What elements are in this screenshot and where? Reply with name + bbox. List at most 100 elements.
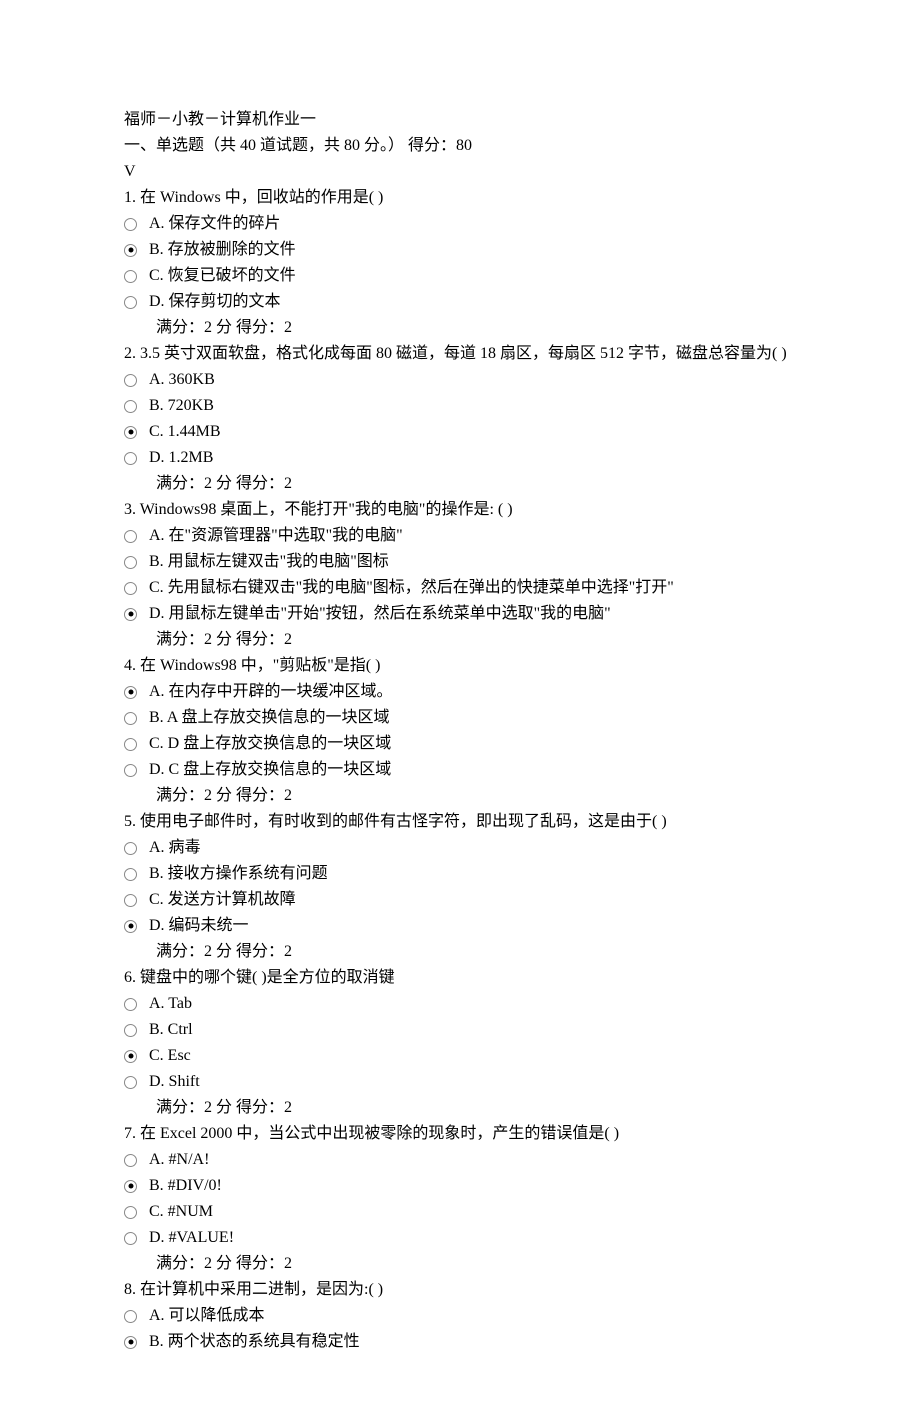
radio-button[interactable] [124, 452, 137, 465]
option-row: B. Ctrl [124, 1018, 796, 1042]
question: 3. Windows98 桌面上，不能打开"我的电脑"的操作是: ( )A. 在… [124, 498, 796, 652]
question: 1. 在 Windows 中，回收站的作用是( )A. 保存文件的碎片B. 存放… [124, 186, 796, 340]
question-stem: 7. 在 Excel 2000 中，当公式中出现被零除的现象时，产生的错误值是(… [124, 1122, 796, 1146]
option-row: C. Esc [124, 1044, 796, 1068]
option-text: A. 可以降低成本 [149, 1304, 265, 1328]
option-row: D. C 盘上存放交换信息的一块区域 [124, 758, 796, 782]
option-row: B. A 盘上存放交换信息的一块区域 [124, 706, 796, 730]
option-row: B. 两个状态的系统具有稳定性 [124, 1330, 796, 1354]
radio-button[interactable] [124, 426, 137, 439]
option-row: C. 1.44MB [124, 420, 796, 444]
option-row: C. 发送方计算机故障 [124, 888, 796, 912]
question-stem: 1. 在 Windows 中，回收站的作用是( ) [124, 186, 796, 210]
radio-button[interactable] [124, 1206, 137, 1219]
radio-button[interactable] [124, 608, 137, 621]
radio-button[interactable] [124, 998, 137, 1011]
radio-button[interactable] [124, 296, 137, 309]
question-score: 满分：2 分 得分：2 [124, 940, 796, 964]
option-text: D. #VALUE! [149, 1226, 234, 1250]
option-row: A. 360KB [124, 368, 796, 392]
radio-button[interactable] [124, 738, 137, 751]
option-text: C. #NUM [149, 1200, 213, 1224]
option-row: A. 可以降低成本 [124, 1304, 796, 1328]
option-row: D. 用鼠标左键单击"开始"按钮，然后在系统菜单中选取"我的电脑" [124, 602, 796, 626]
option-row: C. 先用鼠标右键双击"我的电脑"图标，然后在弹出的快捷菜单中选择"打开" [124, 576, 796, 600]
radio-button[interactable] [124, 1310, 137, 1323]
radio-button[interactable] [124, 1050, 137, 1063]
option-row: D. 编码未统一 [124, 914, 796, 938]
option-row: A. 病毒 [124, 836, 796, 860]
radio-button[interactable] [124, 556, 137, 569]
radio-button[interactable] [124, 530, 137, 543]
option-text: A. 360KB [149, 368, 215, 392]
question: 4. 在 Windows98 中，"剪贴板"是指( )A. 在内存中开辟的一块缓… [124, 654, 796, 808]
page-title: 福师－小教－计算机作业一 [124, 108, 796, 132]
option-row: C. D 盘上存放交换信息的一块区域 [124, 732, 796, 756]
question-score: 满分：2 分 得分：2 [124, 628, 796, 652]
option-text: B. 接收方操作系统有问题 [149, 862, 328, 886]
radio-button[interactable] [124, 270, 137, 283]
radio-button[interactable] [124, 868, 137, 881]
option-text: B. #DIV/0! [149, 1174, 222, 1198]
question-score: 满分：2 分 得分：2 [124, 316, 796, 340]
option-text: A. 病毒 [149, 836, 201, 860]
radio-button[interactable] [124, 1232, 137, 1245]
question-score: 满分：2 分 得分：2 [124, 472, 796, 496]
question-stem: 5. 使用电子邮件时，有时收到的邮件有古怪字符，即出现了乱码，这是由于( ) [124, 810, 796, 834]
section-header: 一、单选题（共 40 道试题，共 80 分。） 得分：80 [124, 134, 796, 158]
radio-button[interactable] [124, 1336, 137, 1349]
radio-button[interactable] [124, 894, 137, 907]
question-stem: 4. 在 Windows98 中，"剪贴板"是指( ) [124, 654, 796, 678]
radio-button[interactable] [124, 582, 137, 595]
option-row: D. Shift [124, 1070, 796, 1094]
option-row: D. 保存剪切的文本 [124, 290, 796, 314]
option-text: D. 保存剪切的文本 [149, 290, 281, 314]
question: 5. 使用电子邮件时，有时收到的邮件有古怪字符，即出现了乱码，这是由于( )A.… [124, 810, 796, 964]
option-row: D. #VALUE! [124, 1226, 796, 1250]
option-text: A. 在内存中开辟的一块缓冲区域。 [149, 680, 393, 704]
option-text: C. 1.44MB [149, 420, 221, 444]
option-text: D. 1.2MB [149, 446, 213, 470]
option-text: C. 发送方计算机故障 [149, 888, 296, 912]
option-text: C. Esc [149, 1044, 191, 1068]
radio-button[interactable] [124, 686, 137, 699]
option-row: B. #DIV/0! [124, 1174, 796, 1198]
option-text: B. 存放被删除的文件 [149, 238, 296, 262]
radio-button[interactable] [124, 218, 137, 231]
option-text: A. 在"资源管理器"中选取"我的电脑" [149, 524, 403, 548]
option-row: B. 存放被删除的文件 [124, 238, 796, 262]
radio-button[interactable] [124, 1024, 137, 1037]
option-text: A. Tab [149, 992, 192, 1016]
radio-button[interactable] [124, 244, 137, 257]
option-text: B. 两个状态的系统具有稳定性 [149, 1330, 360, 1354]
option-row: A. 保存文件的碎片 [124, 212, 796, 236]
radio-button[interactable] [124, 920, 137, 933]
option-row: D. 1.2MB [124, 446, 796, 470]
radio-button[interactable] [124, 400, 137, 413]
option-row: A. Tab [124, 992, 796, 1016]
radio-button[interactable] [124, 1180, 137, 1193]
question: 6. 键盘中的哪个键( )是全方位的取消键A. TabB. CtrlC. Esc… [124, 966, 796, 1120]
option-row: B. 接收方操作系统有问题 [124, 862, 796, 886]
option-row: A. #N/A! [124, 1148, 796, 1172]
option-text: A. #N/A! [149, 1148, 209, 1172]
radio-button[interactable] [124, 1076, 137, 1089]
option-row: C. #NUM [124, 1200, 796, 1224]
question-score: 满分：2 分 得分：2 [124, 1096, 796, 1120]
radio-button[interactable] [124, 712, 137, 725]
option-text: C. 恢复已破坏的文件 [149, 264, 296, 288]
question-stem: 3. Windows98 桌面上，不能打开"我的电脑"的操作是: ( ) [124, 498, 796, 522]
question-score: 满分：2 分 得分：2 [124, 1252, 796, 1276]
question-stem: 6. 键盘中的哪个键( )是全方位的取消键 [124, 966, 796, 990]
radio-button[interactable] [124, 1154, 137, 1167]
option-text: B. 用鼠标左键双击"我的电脑"图标 [149, 550, 389, 574]
option-text: D. 编码未统一 [149, 914, 249, 938]
option-row: B. 用鼠标左键双击"我的电脑"图标 [124, 550, 796, 574]
radio-button[interactable] [124, 374, 137, 387]
option-text: B. Ctrl [149, 1018, 193, 1042]
option-text: C. D 盘上存放交换信息的一块区域 [149, 732, 391, 756]
radio-button[interactable] [124, 842, 137, 855]
radio-button[interactable] [124, 764, 137, 777]
option-row: B. 720KB [124, 394, 796, 418]
question-stem: 2. 3.5 英寸双面软盘，格式化成每面 80 磁道，每道 18 扇区，每扇区 … [124, 342, 796, 366]
